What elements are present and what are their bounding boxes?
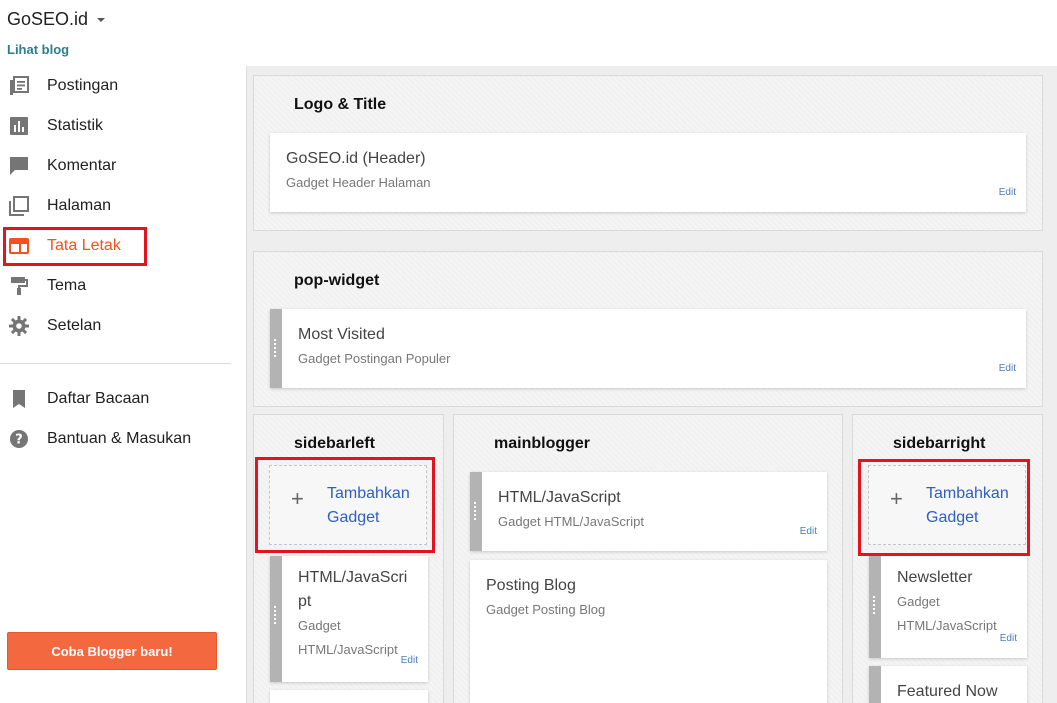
section-sidebarright: sidebarright + Tambahkan Gadget Newslett…	[852, 414, 1043, 703]
section-title: mainblogger	[494, 435, 591, 452]
section-mainblogger: mainblogger HTML/JavaScript Gadget HTML/…	[453, 414, 843, 703]
blog-selector[interactable]: GoSEO.id	[7, 9, 106, 30]
nav-item-setelan[interactable]: Setelan	[0, 310, 240, 342]
section-title: sidebarleft	[294, 435, 375, 452]
gadget-header[interactable]: GoSEO.id (Header) Gadget Header Halaman …	[270, 133, 1026, 212]
drag-handle-icon[interactable]	[274, 339, 277, 357]
gadget-subtitle: HTML/JavaScript	[897, 618, 997, 633]
gadget-subtitle: Gadget	[298, 618, 341, 633]
edit-link[interactable]: Edit	[999, 363, 1016, 374]
paint-roller-icon	[11, 277, 28, 295]
gadget-title: Most Visited	[298, 326, 385, 343]
add-gadget-right-highlight	[858, 459, 1030, 556]
gadget-posting-blog[interactable]: Posting Blog Gadget Posting Blog	[470, 560, 827, 703]
layout-canvas: Logo & Title GoSEO.id (Header) Gadget He…	[246, 66, 1057, 703]
gadget-subtitle: Gadget Header Halaman	[286, 175, 431, 190]
nav-item-daftar-bacaan[interactable]: Daftar Bacaan	[0, 383, 240, 415]
posts-icon	[10, 76, 29, 95]
gadget-most-visited[interactable]: Most Visited Gadget Postingan Populer Ed…	[270, 309, 1026, 388]
section-title: sidebarright	[893, 435, 986, 452]
caret-down-icon	[97, 17, 106, 22]
gear-icon	[9, 316, 29, 336]
gadget-subtitle: Gadget Posting Blog	[486, 602, 606, 617]
pages-icon	[9, 196, 29, 216]
gadget-subtitle: Gadget Postingan Populer	[298, 351, 451, 366]
tata-letak-highlight	[3, 227, 147, 266]
gadget-title: Posting Blog	[486, 577, 576, 594]
drag-handle-icon[interactable]	[474, 502, 477, 520]
comment-icon	[10, 157, 28, 175]
section-title: Logo & Title	[294, 96, 387, 113]
gadget-subtitle: Gadget HTML/JavaScript	[498, 514, 644, 529]
nav-item-tema[interactable]: Tema	[0, 270, 240, 302]
nav-item-komentar[interactable]: Komentar	[0, 150, 240, 182]
gadget-title: HTML/JavaScri	[298, 569, 408, 586]
gadget-title: Newsletter	[897, 569, 973, 586]
nav-item-postingan[interactable]: Postingan	[0, 70, 240, 102]
gadget-featured-now[interactable]: Featured Now	[869, 666, 1027, 703]
gadget-title: pt	[298, 593, 312, 610]
gadget-subtitle: HTML/JavaScript	[298, 642, 398, 657]
help-icon: ?	[10, 430, 28, 448]
edit-link[interactable]: Edit	[1000, 633, 1017, 644]
gadget-html-javascript[interactable]: HTML/JavaScri pt Gadget HTML/JavaScript …	[270, 556, 428, 682]
nav-label: Daftar Bacaan	[47, 390, 150, 407]
nav-label: Halaman	[47, 197, 112, 214]
nav-label: Komentar	[47, 157, 117, 174]
nav-label: Setelan	[47, 317, 102, 334]
gadget-partial[interactable]	[270, 690, 428, 703]
svg-text:?: ?	[15, 433, 23, 448]
nav-divider	[0, 363, 231, 364]
edit-link[interactable]: Edit	[401, 655, 418, 666]
gadget-title: GoSEO.id (Header)	[286, 150, 426, 167]
section-logo-title: Logo & Title GoSEO.id (Header) Gadget He…	[253, 75, 1043, 231]
drag-handle-icon[interactable]	[274, 606, 277, 624]
nav-item-bantuan[interactable]: ? Bantuan & Masukan	[0, 423, 240, 455]
try-new-blogger-button[interactable]: Coba Blogger baru!	[7, 632, 217, 670]
nav-item-statistik[interactable]: Statistik	[0, 110, 240, 142]
nav-label: Postingan	[47, 77, 119, 94]
nav-label: Bantuan & Masukan	[47, 430, 192, 447]
section-title: pop-widget	[294, 272, 380, 289]
drag-handle-icon[interactable]	[873, 596, 876, 614]
add-gadget-left-highlight	[255, 457, 435, 553]
gadget-html-javascript-main[interactable]: HTML/JavaScript Gadget HTML/JavaScript E…	[470, 472, 827, 551]
view-blog-link[interactable]: Lihat blog	[7, 42, 69, 57]
nav-label: Tema	[47, 277, 87, 294]
gadget-title: HTML/JavaScript	[498, 489, 621, 506]
blog-name: GoSEO.id	[7, 9, 89, 29]
section-pop-widget: pop-widget Most Visited Gadget Postingan…	[253, 251, 1043, 407]
edit-link[interactable]: Edit	[999, 187, 1016, 198]
gadget-newsletter[interactable]: Newsletter Gadget HTML/JavaScript Edit	[869, 556, 1027, 658]
bookmark-icon	[13, 390, 25, 408]
nav-label: Statistik	[47, 117, 104, 134]
gadget-title: Featured Now	[897, 683, 998, 700]
stats-icon	[10, 117, 28, 135]
gadget-subtitle: Gadget	[897, 594, 940, 609]
edit-link[interactable]: Edit	[800, 526, 817, 537]
nav-item-halaman[interactable]: Halaman	[0, 190, 240, 222]
